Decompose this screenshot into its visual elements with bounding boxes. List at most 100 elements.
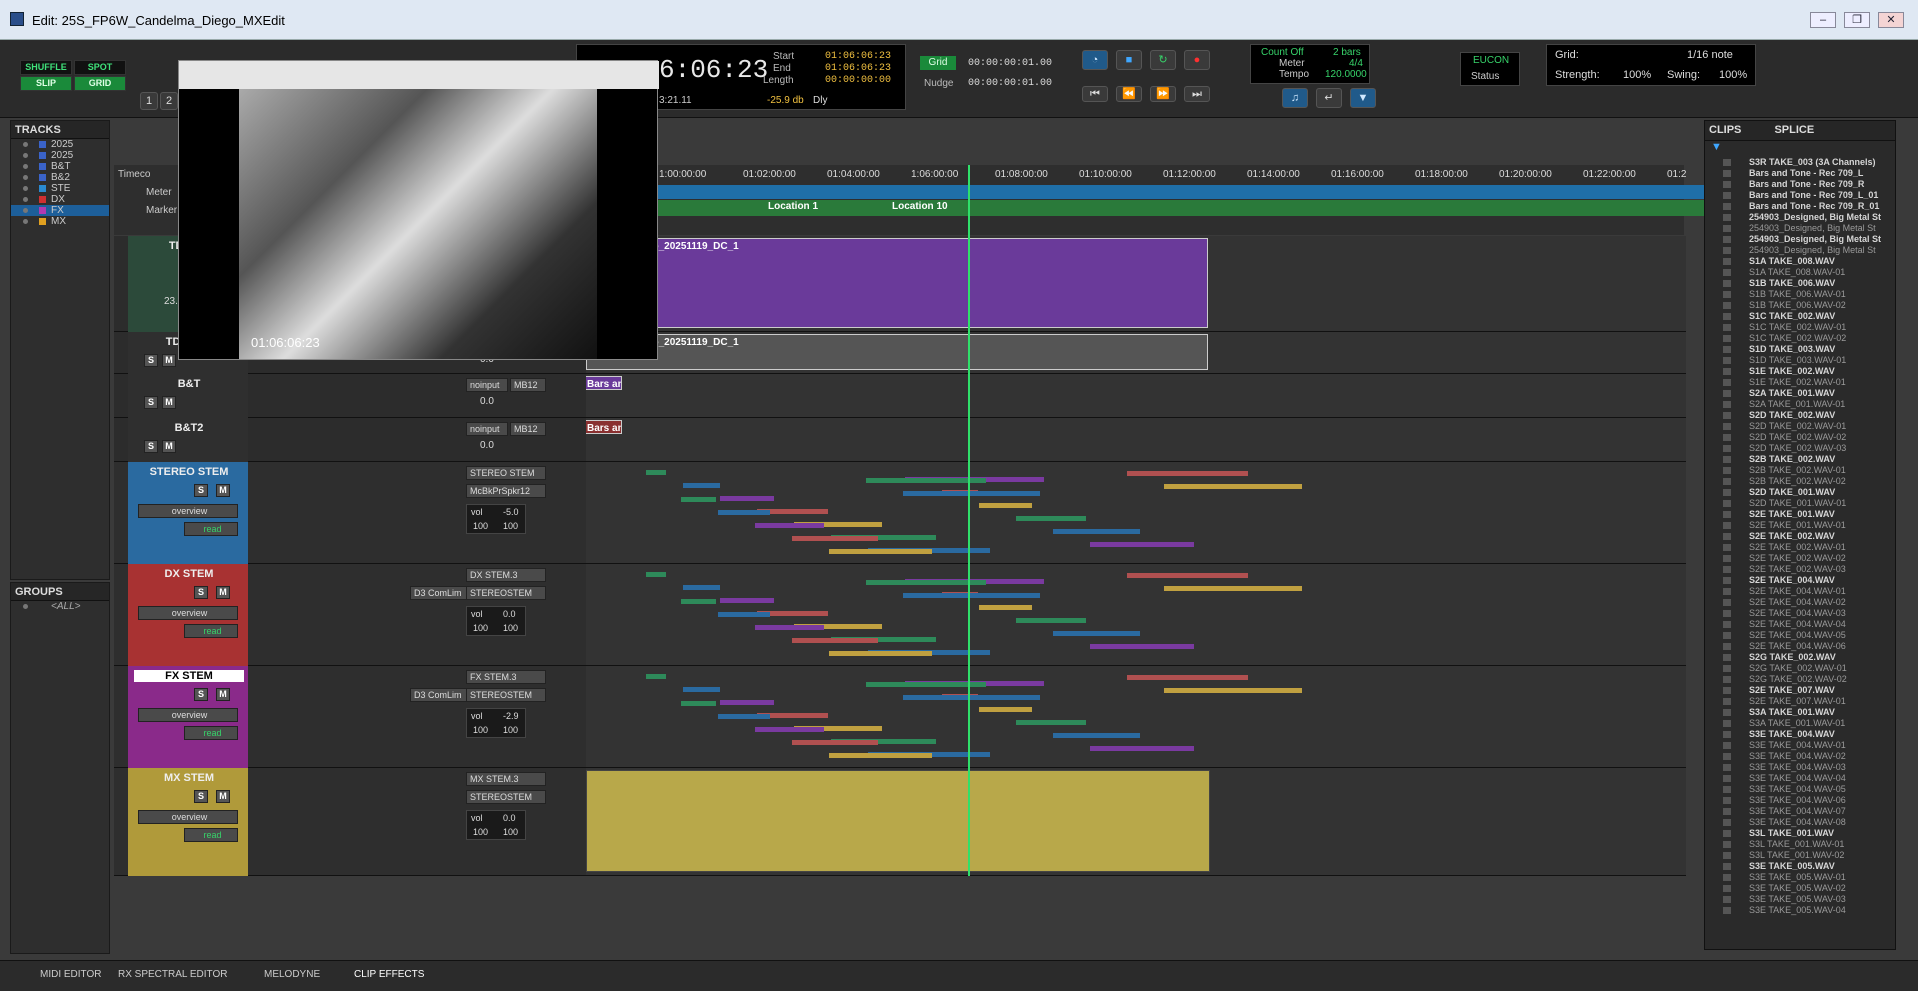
audio-clip[interactable] bbox=[718, 714, 770, 719]
vol-value[interactable]: 0.0 bbox=[480, 396, 494, 407]
slip-mode-button[interactable]: SLIP bbox=[20, 76, 72, 91]
volume-pan-box[interactable]: vol 0.0 100 100 bbox=[466, 810, 526, 840]
clip[interactable]: Bars an bbox=[586, 420, 622, 434]
fast-forward-button[interactable]: ⏩ bbox=[1150, 86, 1176, 102]
mute-button[interactable]: M bbox=[216, 790, 230, 803]
track-list-item[interactable]: 2025 bbox=[11, 139, 109, 150]
strength-value[interactable]: 100% bbox=[1623, 69, 1651, 81]
vol-value[interactable]: 0.0 bbox=[480, 440, 494, 451]
track-view-selector[interactable]: overview bbox=[138, 810, 238, 824]
clip-list-item[interactable]: S1B TAKE_006.WAV bbox=[1705, 278, 1895, 289]
clip-list-item[interactable]: S2E TAKE_002.WAV-01 bbox=[1705, 542, 1895, 553]
mute-button[interactable]: M bbox=[216, 586, 230, 599]
audio-clip[interactable] bbox=[1164, 688, 1302, 693]
length-value[interactable]: 00:00:00:00 bbox=[825, 75, 891, 86]
clip-list-item[interactable]: S2G TAKE_002.WAV-02 bbox=[1705, 674, 1895, 685]
clip-list-item[interactable]: S2D TAKE_002.WAV bbox=[1705, 410, 1895, 421]
spot-mode-button[interactable]: SPOT bbox=[74, 60, 126, 75]
clip-list-item[interactable]: S2D TAKE_001.WAV-01 bbox=[1705, 498, 1895, 509]
tab-clips[interactable]: CLIPS bbox=[1709, 124, 1741, 136]
send-selector[interactable]: McBkPrSpkr12 bbox=[466, 484, 546, 498]
track-name[interactable]: DX STEM bbox=[134, 568, 244, 580]
clip-list-item[interactable]: S2B TAKE_002.WAV-02 bbox=[1705, 476, 1895, 487]
midi-merge-icon[interactable]: ▼ bbox=[1350, 88, 1376, 108]
clip-list-item[interactable]: S1C TAKE_002.WAV bbox=[1705, 311, 1895, 322]
clip-list-item[interactable]: S1C TAKE_002.WAV-01 bbox=[1705, 322, 1895, 333]
clip-list-item[interactable]: S2E TAKE_004.WAV-05 bbox=[1705, 630, 1895, 641]
visibility-dot[interactable] bbox=[23, 197, 28, 202]
restore-button[interactable]: ❐ bbox=[1844, 12, 1870, 28]
audio-clip[interactable] bbox=[1127, 675, 1248, 680]
audio-clip[interactable] bbox=[1016, 516, 1086, 521]
shuffle-mode-button[interactable]: SHUFFLE bbox=[20, 60, 72, 75]
tab-melodyne[interactable]: MELODYNE bbox=[264, 969, 320, 980]
clip-list-item[interactable]: S2A TAKE_001.WAV-01 bbox=[1705, 399, 1895, 410]
clip[interactable]: Bars an bbox=[586, 376, 622, 390]
track-view-selector[interactable]: overview bbox=[138, 504, 238, 518]
track-lane[interactable] bbox=[586, 768, 1686, 876]
grid2-value[interactable]: 1/16 note bbox=[1687, 49, 1733, 61]
tab-splice[interactable]: SPLICE bbox=[1774, 124, 1814, 136]
close-button[interactable]: ✕ bbox=[1878, 12, 1904, 28]
audio-clip[interactable] bbox=[829, 753, 932, 758]
track-lane[interactable] bbox=[586, 462, 1686, 564]
clip-list-item[interactable]: S2G TAKE_002.WAV bbox=[1705, 652, 1895, 663]
pan-right-value[interactable]: 100 bbox=[503, 623, 518, 633]
group-all[interactable]: <ALL> bbox=[11, 601, 109, 612]
clip-list-item[interactable]: S2E TAKE_007.WAV bbox=[1705, 685, 1895, 696]
rewind-button[interactable]: ⏪ bbox=[1116, 86, 1142, 102]
clip-list-item[interactable]: S3A TAKE_001.WAV-01 bbox=[1705, 718, 1895, 729]
mute-button[interactable]: M bbox=[162, 354, 176, 367]
clip-list-item[interactable]: S3E TAKE_004.WAV-04 bbox=[1705, 773, 1895, 784]
clip-list-item[interactable]: S1A TAKE_008.WAV-01 bbox=[1705, 267, 1895, 278]
track-lane[interactable]: Bars an bbox=[586, 418, 1686, 462]
swing-value[interactable]: 100% bbox=[1719, 69, 1747, 81]
meter-value[interactable]: 4/4 bbox=[1349, 58, 1363, 69]
mute-button[interactable]: M bbox=[162, 396, 176, 409]
dly-label[interactable]: Dly bbox=[813, 95, 827, 106]
automation-mode-selector[interactable]: read bbox=[184, 522, 238, 536]
track-name[interactable]: STEREO STEM bbox=[134, 466, 244, 478]
track-list-item[interactable]: B&T bbox=[11, 161, 109, 172]
audio-clip[interactable] bbox=[979, 707, 1032, 712]
tab-clip-effects[interactable]: CLIP EFFECTS bbox=[354, 969, 424, 980]
clip-list-item[interactable]: S2D TAKE_002.WAV-01 bbox=[1705, 421, 1895, 432]
stop-button[interactable]: ■ bbox=[1116, 50, 1142, 70]
audio-clip[interactable] bbox=[903, 695, 1040, 700]
count-off-label[interactable]: Count Off bbox=[1261, 47, 1304, 58]
clip-list-item[interactable]: S3R TAKE_003 (3A Channels) bbox=[1705, 157, 1895, 168]
audio-clip[interactable] bbox=[755, 523, 824, 528]
marker-ruler[interactable]: Location 1 Location 10 bbox=[584, 200, 1794, 216]
audio-clip[interactable] bbox=[1164, 484, 1302, 489]
track-name[interactable]: MX STEM bbox=[134, 772, 244, 784]
visibility-dot[interactable] bbox=[23, 208, 28, 213]
send-selector[interactable]: STEREOSTEM bbox=[466, 790, 546, 804]
mute-button[interactable]: M bbox=[216, 484, 230, 497]
click-icon[interactable]: ♫ bbox=[1282, 88, 1308, 108]
clip-list-item[interactable]: Bars and Tone - Rec 709_L bbox=[1705, 168, 1895, 179]
clip-list-item[interactable]: 254903_Designed, Big Metal St bbox=[1705, 234, 1895, 245]
record-button[interactable]: ● bbox=[1184, 50, 1210, 70]
clip-list-item[interactable]: S2B TAKE_002.WAV-01 bbox=[1705, 465, 1895, 476]
send-selector[interactable]: STEREOSTEM bbox=[466, 586, 546, 600]
clip-list-item[interactable]: Bars and Tone - Rec 709_L_01 bbox=[1705, 190, 1895, 201]
clip-list-item[interactable]: S3E TAKE_004.WAV-07 bbox=[1705, 806, 1895, 817]
clip-list-item[interactable]: S2G TAKE_002.WAV-01 bbox=[1705, 663, 1895, 674]
clip-list-item[interactable]: S3E TAKE_005.WAV-04 bbox=[1705, 905, 1895, 916]
audio-clip[interactable] bbox=[720, 598, 774, 603]
clip-list-item[interactable]: S2D TAKE_002.WAV-03 bbox=[1705, 443, 1895, 454]
audio-clip[interactable] bbox=[1053, 733, 1140, 738]
input-selector[interactable]: noinput bbox=[466, 422, 508, 436]
audio-clip[interactable] bbox=[646, 470, 666, 475]
pan-right-value[interactable]: 100 bbox=[503, 521, 518, 531]
clip-list-item[interactable]: S2B TAKE_002.WAV bbox=[1705, 454, 1895, 465]
volume-pan-box[interactable]: vol -2.9 100 100 bbox=[466, 708, 526, 738]
track-list-item[interactable]: FX bbox=[11, 205, 109, 216]
clip-list-item[interactable]: S3E TAKE_004.WAV-01 bbox=[1705, 740, 1895, 751]
audio-clip[interactable] bbox=[718, 510, 770, 515]
video-window-titlebar[interactable] bbox=[179, 61, 659, 89]
clip-list-item[interactable]: S1B TAKE_006.WAV-02 bbox=[1705, 300, 1895, 311]
visibility-dot[interactable] bbox=[23, 219, 28, 224]
clip-list-item[interactable]: S3E TAKE_004.WAV-08 bbox=[1705, 817, 1895, 828]
input-selector[interactable]: noinput bbox=[466, 378, 508, 392]
